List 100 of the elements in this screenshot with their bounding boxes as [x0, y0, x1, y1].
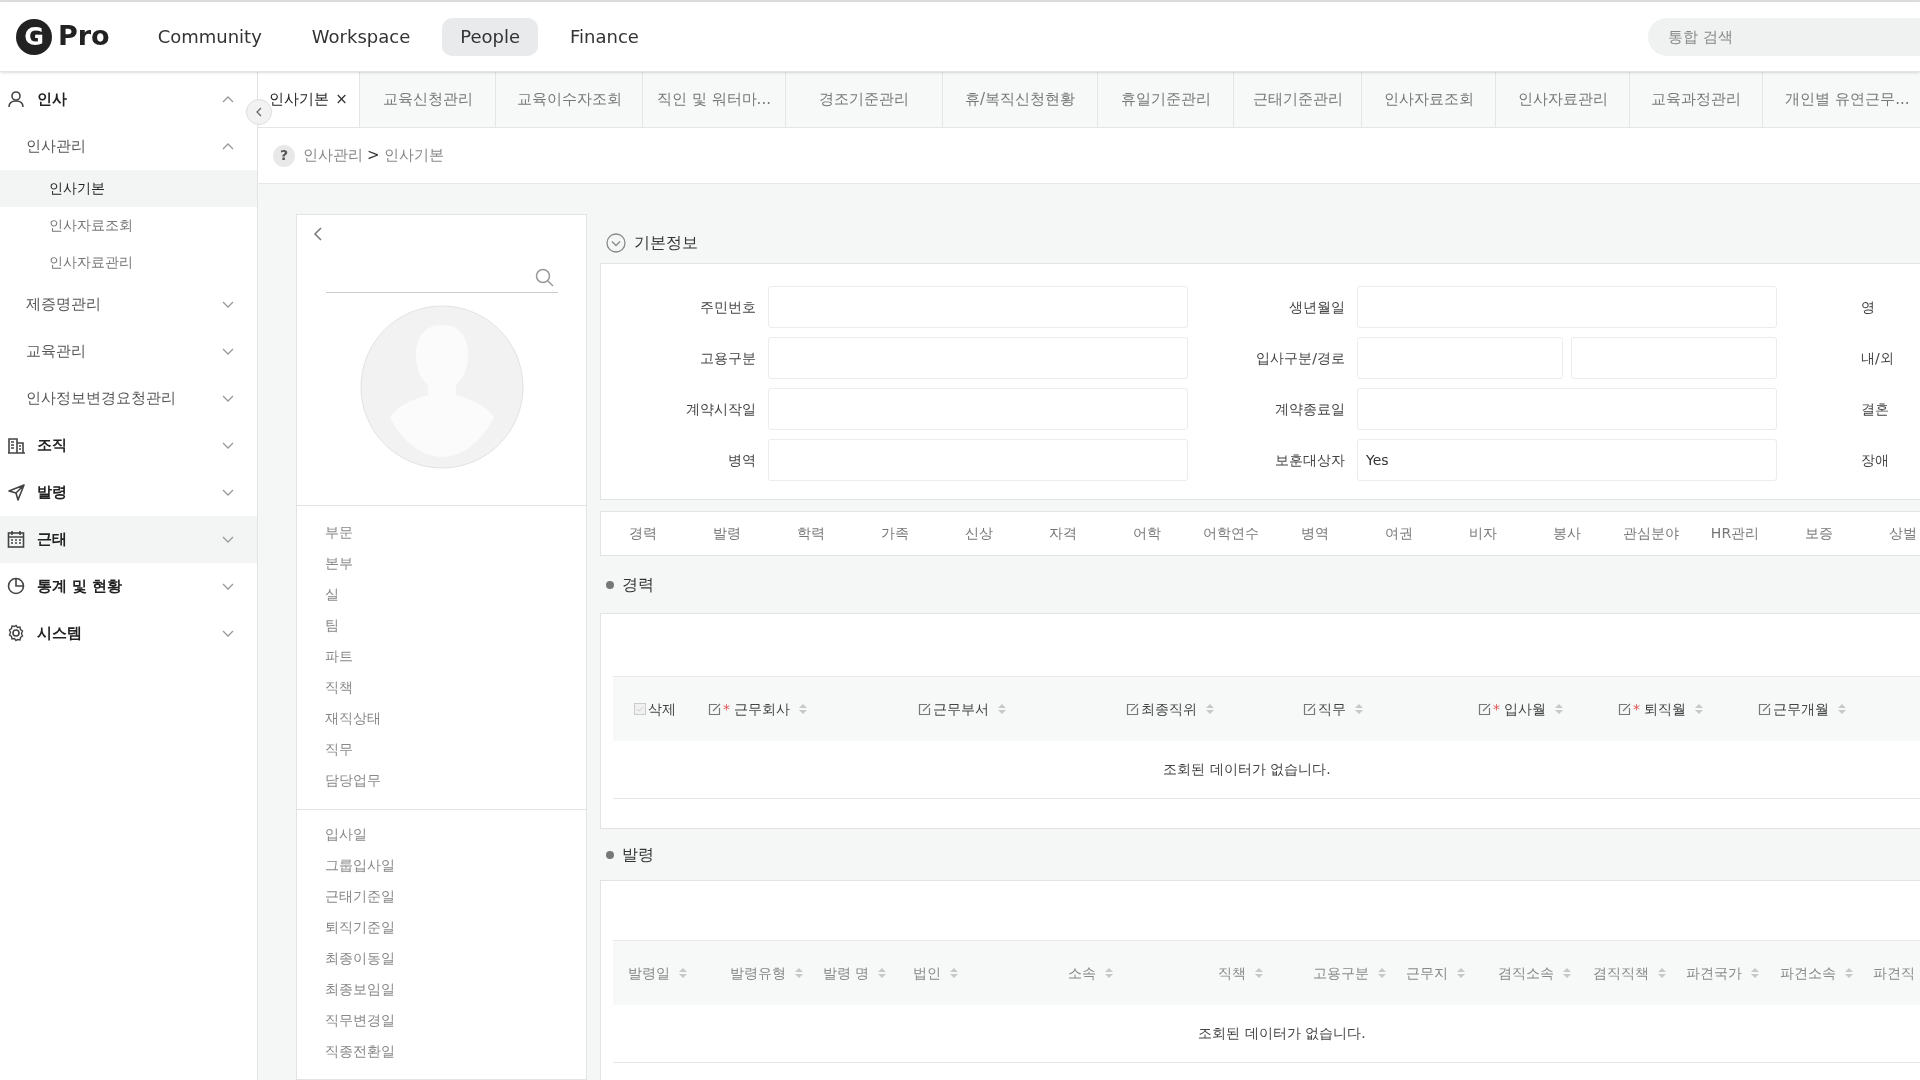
section-tab[interactable]: 보증 [1777, 523, 1861, 544]
sort-icon [1844, 967, 1854, 979]
tab[interactable]: 경조기준관리 [786, 72, 943, 127]
sidebar-item[interactable]: 발령 [0, 469, 257, 516]
section-tab[interactable]: 가족 [853, 523, 937, 544]
logo-mark: G [16, 18, 52, 55]
column-header[interactable]: 겸직소속 [1498, 962, 1554, 984]
sort-icon [1562, 967, 1572, 979]
sidebar-item[interactable]: 통계 및 현황 [0, 563, 257, 610]
edit-icon [1758, 702, 1771, 716]
sidebar-item[interactable]: 시스템 [0, 610, 257, 657]
field-label: 장애 [1861, 450, 1889, 470]
sort-icon [798, 703, 808, 715]
field-label: 담당업무 [325, 771, 382, 790]
tab[interactable]: 인사자료조회 [1362, 72, 1496, 127]
section-title: 발령 [622, 843, 654, 866]
column-header[interactable]: 고용구분 [1313, 962, 1369, 984]
column-header[interactable]: 삭제 [648, 698, 676, 720]
column-header[interactable]: 파견국가 [1686, 962, 1742, 984]
column-header[interactable]: 발령일 [628, 962, 670, 984]
tab[interactable]: 개인별 유연근무... [1763, 72, 1920, 127]
menu-link[interactable]: 인사기본 [0, 170, 257, 207]
tab[interactable]: 인사기본 × [258, 72, 360, 127]
menu-link[interactable]: 인사자료관리 [0, 244, 257, 281]
person-icon [7, 90, 25, 109]
sort-icon [1657, 967, 1667, 979]
column-header[interactable]: 입사월 [1504, 698, 1546, 720]
column-header[interactable]: 근무부서 [933, 698, 989, 720]
edit-icon [708, 702, 721, 716]
column-header[interactable]: 발령 명 [823, 962, 870, 984]
column-header[interactable]: 법인 [913, 962, 941, 984]
column-header[interactable]: 겸직직책 [1593, 962, 1649, 984]
section-tab[interactable]: 병역 [1273, 523, 1357, 544]
submenu-item[interactable]: 인사관리 [0, 123, 243, 170]
section-tab[interactable]: 봉사 [1525, 523, 1609, 544]
search-field[interactable]: 통합 검색 [1648, 17, 1920, 56]
section-tab[interactable]: HR관리 [1693, 523, 1777, 544]
breadcrumb-item[interactable]: 인사관리 [303, 144, 363, 167]
section-tab[interactable]: 비자 [1441, 523, 1525, 544]
empty-message: 조회된 데이터가 없습니다. [1163, 760, 1331, 779]
field-label: 본부 [325, 554, 354, 573]
field-label: 고용구분 [699, 348, 756, 368]
section-tab[interactable]: 신상 [937, 523, 1021, 544]
column-header[interactable]: 최종직위 [1141, 698, 1197, 720]
section-tab[interactable]: 상벌 [1861, 523, 1920, 544]
column-header[interactable]: 직책 [1218, 962, 1246, 984]
field-label: 결혼 [1861, 399, 1889, 419]
section-tab[interactable]: 발령 [685, 523, 769, 544]
tab[interactable]: 교육이수자조회 [496, 72, 643, 127]
column-header[interactable]: 근무개월 [1773, 698, 1829, 720]
sidebar-item[interactable]: 조직 [0, 422, 257, 469]
breadcrumb-item[interactable]: 인사기본 [383, 144, 444, 167]
tab[interactable]: 교육과정관리 [1630, 72, 1763, 127]
column-header[interactable]: 파견직 [1873, 962, 1915, 984]
column-header[interactable]: 근무회사 [734, 698, 790, 720]
search-icon [534, 268, 554, 287]
menu-link[interactable]: 인사자료조회 [0, 207, 257, 244]
submenu-item[interactable]: 인사정보변경요청관리 [0, 375, 243, 422]
nav-tab[interactable]: People [442, 17, 539, 56]
tab[interactable]: 휴일기준관리 [1098, 72, 1234, 127]
section-title: 경력 [622, 573, 654, 596]
section-tab[interactable]: 여권 [1357, 523, 1441, 544]
submenu-item[interactable]: 제증명관리 [0, 281, 243, 328]
section-tab[interactable]: 어학 [1105, 523, 1189, 544]
nav-tab[interactable]: Workspace [293, 17, 429, 56]
sidebar-item[interactable]: 인사 [0, 76, 243, 123]
tab[interactable]: 직인 및 워터마... [643, 72, 786, 127]
section-tab[interactable]: 자격 [1021, 523, 1105, 544]
paper-plane-icon [7, 483, 25, 502]
section-tab[interactable]: 경력 [601, 523, 685, 544]
section-tab[interactable]: 학력 [769, 523, 853, 544]
section-tab[interactable]: 관심분야 [1609, 523, 1693, 544]
required-mark: * [1493, 699, 1500, 719]
sort-icon [1354, 703, 1364, 715]
field-label: 계약종료일 [1274, 399, 1345, 419]
section-tab[interactable]: 어학연수 [1189, 523, 1273, 544]
column-header[interactable]: 직무 [1318, 698, 1346, 720]
nav-tab[interactable]: Finance [552, 17, 657, 56]
tab[interactable]: 인사자료관리 [1496, 72, 1630, 127]
column-header[interactable]: 근무지 [1406, 962, 1448, 984]
sort-icon [794, 967, 804, 979]
sidebar-item[interactable]: 근태 [0, 516, 257, 563]
column-header[interactable]: 소속 [1068, 962, 1096, 984]
input-field[interactable]: Yes [1357, 439, 1777, 481]
nav-tab[interactable]: Community [139, 17, 280, 56]
help-icon[interactable]: ? [273, 144, 295, 167]
tab[interactable]: 근태기준관리 [1234, 72, 1362, 127]
tab[interactable]: 교육신청관리 [360, 72, 496, 127]
edit-icon [1618, 702, 1631, 716]
field-label: 퇴직기준일 [325, 918, 396, 937]
pie-chart-icon [7, 577, 25, 596]
submenu-item[interactable]: 교육관리 [0, 328, 243, 375]
column-header[interactable]: 퇴직월 [1644, 698, 1686, 720]
field-label: 입사구분/경로 [1255, 348, 1345, 368]
close-icon[interactable]: × [335, 88, 348, 111]
field-label: 직종전환일 [325, 1042, 396, 1061]
column-header[interactable]: 파견소속 [1780, 962, 1836, 984]
tab[interactable]: 휴/복직신청현황 [943, 72, 1098, 127]
sort-icon [678, 967, 688, 979]
column-header[interactable]: 발령유형 [730, 962, 786, 984]
